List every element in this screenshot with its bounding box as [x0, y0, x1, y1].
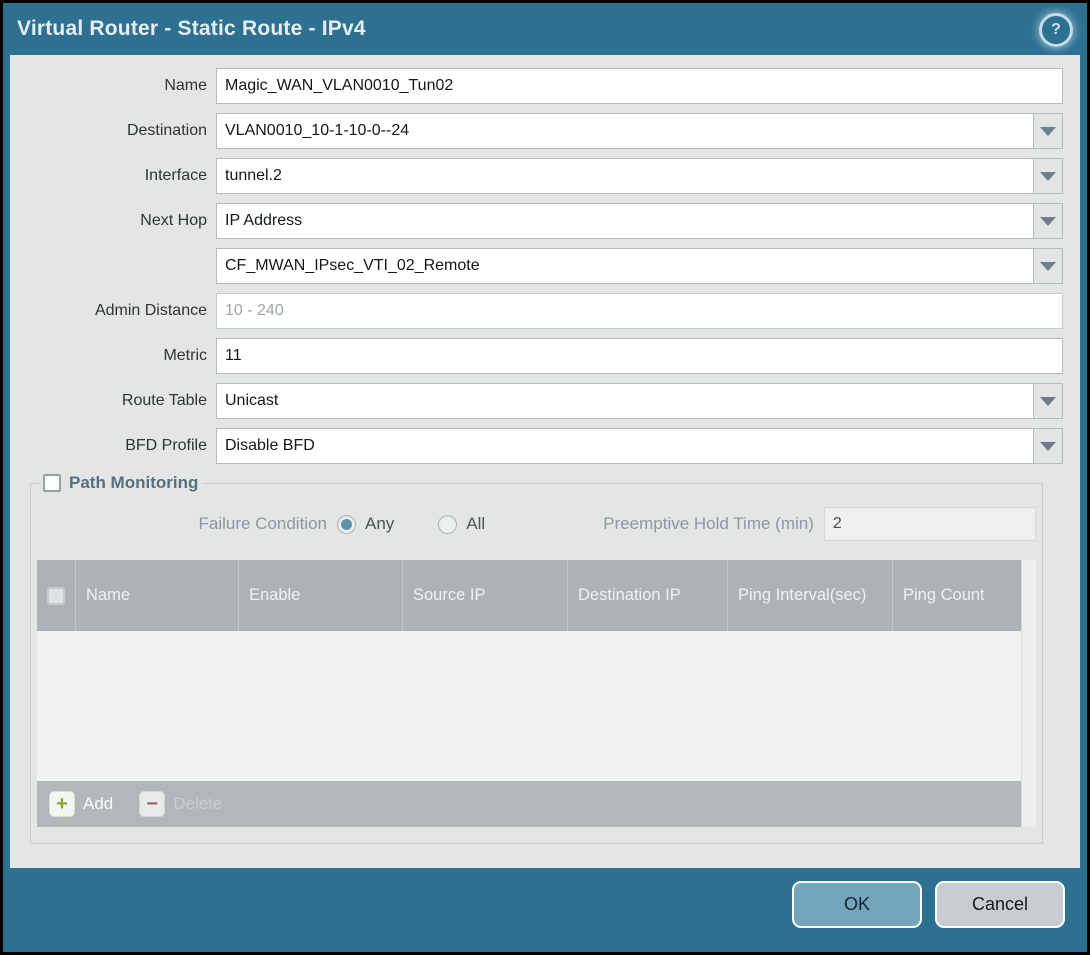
failure-condition-label: Failure Condition [37, 514, 337, 534]
column-header-destination-ip[interactable]: Destination IP [567, 560, 727, 631]
next-hop-dropdown-button[interactable] [1034, 203, 1063, 239]
column-header-name[interactable]: Name [75, 560, 238, 631]
dialog-body: Name Destination Interface [10, 55, 1080, 868]
chevron-down-icon [1040, 127, 1056, 136]
admin-distance-label: Admin Distance [10, 302, 216, 320]
route-table-combo [216, 383, 1063, 419]
cancel-button[interactable]: Cancel [935, 881, 1065, 928]
name-label: Name [10, 77, 216, 95]
metric-input[interactable] [216, 338, 1063, 374]
help-icon[interactable]: ? [1039, 13, 1073, 47]
name-field-wrap [216, 68, 1063, 104]
select-all-checkbox[interactable] [47, 587, 65, 605]
name-input[interactable] [216, 68, 1063, 104]
radio-selected-icon[interactable] [337, 515, 356, 534]
path-monitoring-checkbox[interactable] [43, 474, 61, 492]
next-hop-address-input[interactable] [216, 248, 1034, 284]
destination-input[interactable] [216, 113, 1034, 149]
bfd-profile-input[interactable] [216, 428, 1034, 464]
table-header-row: Name Enable Source IP Destination IP Pin… [37, 560, 1021, 631]
path-monitoring-table: Name Enable Source IP Destination IP Pin… [37, 560, 1036, 827]
dialog-title-bar: Virtual Router - Static Route - IPv4 ? [3, 3, 1087, 55]
delete-button[interactable]: − Delete [139, 791, 222, 817]
route-table-label: Route Table [10, 392, 216, 410]
form-row-metric: Metric [10, 338, 1063, 374]
next-hop-label: Next Hop [10, 212, 216, 230]
add-button[interactable]: + Add [49, 791, 113, 817]
column-header-source-ip[interactable]: Source IP [402, 560, 567, 631]
failure-condition-any-option[interactable]: Any [337, 514, 394, 534]
destination-combo [216, 113, 1063, 149]
screenshot-root: Virtual Router - Static Route - IPv4 ? N… [0, 0, 1090, 955]
admin-distance-field-wrap [216, 293, 1063, 329]
chevron-down-icon [1040, 262, 1056, 271]
table-scrollbar-track[interactable] [1021, 560, 1036, 827]
path-monitoring-legend: Path Monitoring [41, 473, 204, 493]
form-row-route-table: Route Table [10, 383, 1063, 419]
delete-minus-icon: − [139, 791, 165, 817]
add-button-label: Add [83, 794, 113, 814]
next-hop-type-input[interactable] [216, 203, 1034, 239]
path-monitoring-title: Path Monitoring [69, 473, 198, 493]
failure-condition-any-label: Any [365, 514, 394, 534]
admin-distance-input[interactable] [216, 293, 1063, 329]
table-body-empty [37, 631, 1021, 781]
chevron-down-icon [1040, 217, 1056, 226]
path-monitoring-section: Path Monitoring Failure Condition Any Al… [30, 473, 1043, 844]
bfd-profile-combo [216, 428, 1063, 464]
radio-dot [341, 519, 352, 530]
column-header-ping-interval[interactable]: Ping Interval(sec) [727, 560, 892, 631]
next-hop-address-dropdown-button[interactable] [1034, 248, 1063, 284]
form-row-next-hop: Next Hop [10, 203, 1063, 239]
failure-condition-all-option[interactable]: All [438, 514, 485, 534]
dialog-footer: OK Cancel [3, 868, 1087, 952]
chevron-down-icon [1040, 172, 1056, 181]
table-toolbar: + Add − Delete [37, 781, 1021, 827]
destination-dropdown-button[interactable] [1034, 113, 1063, 149]
form-row-next-hop-address [10, 248, 1063, 284]
bfd-profile-label: BFD Profile [10, 437, 216, 455]
failure-condition-all-label: All [466, 514, 485, 534]
interface-input[interactable] [216, 158, 1034, 194]
form-row-admin-distance: Admin Distance [10, 293, 1063, 329]
destination-label: Destination [10, 122, 216, 140]
route-table-input[interactable] [216, 383, 1034, 419]
failure-condition-radio-group: Any All [337, 514, 485, 534]
radio-unselected-icon[interactable] [438, 515, 457, 534]
chevron-down-icon [1040, 442, 1056, 451]
column-header-ping-count[interactable]: Ping Count [892, 560, 1021, 631]
form-row-bfd-profile: BFD Profile [10, 428, 1063, 464]
next-hop-combo [216, 203, 1063, 239]
form-row-interface: Interface [10, 158, 1063, 194]
form-row-name: Name [10, 68, 1063, 104]
select-all-header-cell [37, 560, 75, 631]
interface-combo [216, 158, 1063, 194]
path-monitoring-controls: Failure Condition Any All Preemptive Hol… [37, 507, 1036, 541]
interface-label: Interface [10, 167, 216, 185]
next-hop-address-combo [216, 248, 1063, 284]
interface-dropdown-button[interactable] [1034, 158, 1063, 194]
preemptive-hold-time-label: Preemptive Hold Time (min) [603, 514, 824, 534]
preemptive-hold-time-input[interactable] [824, 507, 1036, 541]
dialog-title: Virtual Router - Static Route - IPv4 [17, 17, 366, 41]
dialog-frame: Virtual Router - Static Route - IPv4 ? N… [3, 3, 1087, 952]
delete-button-label: Delete [173, 794, 222, 814]
ok-button[interactable]: OK [792, 881, 922, 928]
add-plus-icon: + [49, 791, 75, 817]
form-row-destination: Destination [10, 113, 1063, 149]
column-header-enable[interactable]: Enable [238, 560, 402, 631]
route-table-dropdown-button[interactable] [1034, 383, 1063, 419]
path-monitoring-table-main: Name Enable Source IP Destination IP Pin… [37, 560, 1021, 827]
chevron-down-icon [1040, 397, 1056, 406]
metric-field-wrap [216, 338, 1063, 374]
bfd-profile-dropdown-button[interactable] [1034, 428, 1063, 464]
metric-label: Metric [10, 347, 216, 365]
